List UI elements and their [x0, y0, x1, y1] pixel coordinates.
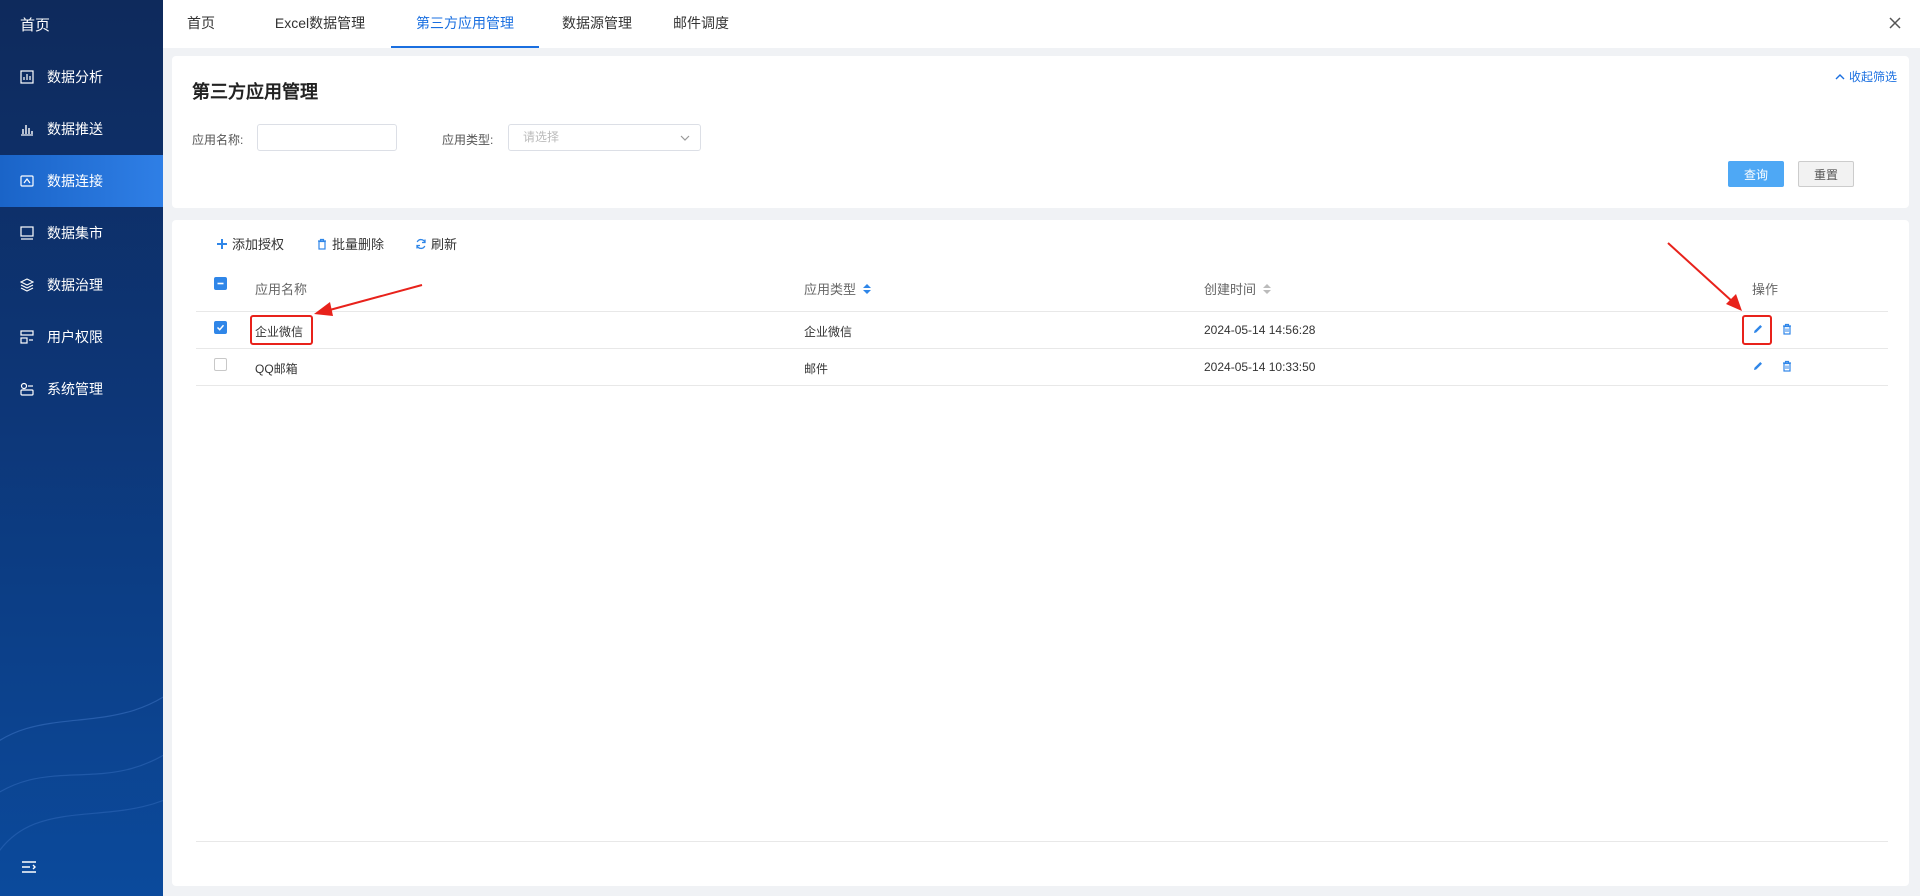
- sidebar-item-label: 数据连接: [47, 173, 103, 189]
- app-name-input[interactable]: [257, 124, 397, 151]
- chart-icon: [20, 70, 34, 84]
- sort-icon[interactable]: [1262, 283, 1272, 295]
- top-tab-bar: 首页 Excel数据管理 第三方应用管理 数据源管理 邮件调度: [163, 0, 1920, 48]
- annotation-highlight-edit: [1742, 315, 1772, 345]
- app-type-placeholder: 请选择: [523, 130, 560, 144]
- sidebar-item-label: 数据治理: [47, 277, 103, 293]
- table-panel: 添加授权 批量删除 刷新 应用名称 应用类型 创建时间 操作 企业微信 企业微信…: [172, 220, 1909, 886]
- sidebar-item-data-analysis[interactable]: 数据分析: [0, 51, 163, 103]
- trash-icon: [318, 238, 326, 250]
- page-title: 第三方应用管理: [192, 82, 318, 102]
- layers-icon: [20, 278, 34, 292]
- sidebar-item-label: 数据集市: [47, 225, 103, 241]
- app-name-label: 应用名称:: [192, 133, 244, 147]
- chevron-up-icon: [1835, 73, 1845, 79]
- column-header-actions: 操作: [1752, 279, 1778, 298]
- refresh-icon: [416, 238, 426, 249]
- batch-delete-label: 批量删除: [332, 237, 385, 252]
- batch-delete-button[interactable]: 批量删除: [316, 234, 384, 253]
- bar-chart-icon: [20, 122, 34, 136]
- tab-third-party-apps[interactable]: 第三方应用管理: [391, 0, 539, 48]
- close-icon[interactable]: [1886, 14, 1904, 32]
- sidebar-item-data-push[interactable]: 数据推送: [0, 103, 163, 155]
- column-header-app-name: 应用名称: [255, 279, 307, 298]
- sidebar-wave-decoration: [0, 696, 163, 852]
- row-checkbox[interactable]: [214, 358, 227, 371]
- tab-home[interactable]: 首页: [177, 0, 225, 48]
- delete-button[interactable]: [1781, 323, 1793, 335]
- sidebar: 首页 数据分析 数据推送 数据连接 数据集市 数据治理 用户权限 系统管理: [0, 0, 163, 896]
- tab-data-source[interactable]: 数据源管理: [549, 0, 645, 48]
- column-header-label: 应用名称: [255, 282, 308, 297]
- row-created-time: 2024-05-14 14:56:28: [1204, 323, 1316, 337]
- sidebar-home[interactable]: 首页: [20, 14, 50, 35]
- row-divider: [196, 385, 1888, 386]
- collapse-filter-link[interactable]: 收起筛选: [1835, 68, 1897, 85]
- monitor-icon: [20, 226, 34, 240]
- column-header-label: 应用类型: [804, 282, 857, 297]
- sidebar-item-system-management[interactable]: 系统管理: [0, 363, 163, 415]
- settings-icon: [20, 382, 34, 396]
- tab-excel-data[interactable]: Excel数据管理: [261, 0, 379, 48]
- column-header-label: 创建时间: [1204, 282, 1257, 297]
- reset-button[interactable]: 重置: [1798, 161, 1854, 187]
- sidebar-item-label: 数据推送: [47, 121, 103, 137]
- row-app-name: QQ邮箱: [255, 362, 298, 376]
- collapse-filter-label: 收起筛选: [1848, 70, 1897, 84]
- annotation-highlight-app-name: [250, 315, 313, 345]
- app-type-select[interactable]: 请选择: [508, 124, 701, 151]
- refresh-label: 刷新: [431, 237, 458, 252]
- check-icon: [216, 324, 225, 331]
- query-button[interactable]: 查询: [1728, 161, 1784, 187]
- sidebar-item-label: 用户权限: [47, 329, 103, 345]
- row-app-type: 企业微信: [804, 325, 853, 339]
- menu-collapse-icon[interactable]: [20, 858, 38, 876]
- sidebar-item-label: 系统管理: [47, 381, 103, 397]
- user-permission-icon: [20, 330, 34, 344]
- row-checkbox[interactable]: [214, 321, 227, 334]
- row-created-time: 2024-05-14 10:33:50: [1204, 360, 1316, 374]
- app-type-label: 应用类型:: [442, 133, 494, 147]
- column-header-app-type[interactable]: 应用类型: [804, 279, 872, 298]
- sidebar-item-label: 数据分析: [47, 69, 103, 85]
- row-divider: [196, 348, 1888, 349]
- refresh-button[interactable]: 刷新: [415, 234, 457, 253]
- select-all-checkbox[interactable]: [214, 277, 227, 290]
- table-footer-divider: [196, 841, 1888, 842]
- filter-panel: 第三方应用管理 收起筛选 应用名称: 应用类型: 请选择 查询 重置: [172, 56, 1909, 208]
- delete-button[interactable]: [1781, 360, 1793, 372]
- sidebar-item-user-permission[interactable]: 用户权限: [0, 311, 163, 363]
- minus-icon: [217, 282, 224, 285]
- sidebar-item-data-mart[interactable]: 数据集市: [0, 207, 163, 259]
- chevron-down-icon: [680, 135, 690, 141]
- plus-icon: [217, 238, 227, 249]
- connection-icon: [20, 174, 34, 188]
- add-authorization-button[interactable]: 添加授权: [216, 234, 284, 253]
- pencil-icon: [1754, 362, 1762, 370]
- column-header-label: 操作: [1752, 282, 1779, 297]
- trash-icon: [1783, 323, 1791, 335]
- edit-button[interactable]: [1752, 360, 1764, 372]
- header-divider: [196, 311, 1888, 312]
- sidebar-item-data-connection[interactable]: 数据连接: [0, 155, 163, 207]
- column-header-created-time[interactable]: 创建时间: [1204, 279, 1272, 298]
- trash-icon: [1783, 360, 1791, 372]
- sort-icon[interactable]: [862, 283, 872, 295]
- sidebar-item-data-governance[interactable]: 数据治理: [0, 259, 163, 311]
- row-app-type: 邮件: [804, 362, 829, 376]
- tab-mail-schedule[interactable]: 邮件调度: [663, 0, 739, 48]
- add-authorization-label: 添加授权: [232, 237, 285, 252]
